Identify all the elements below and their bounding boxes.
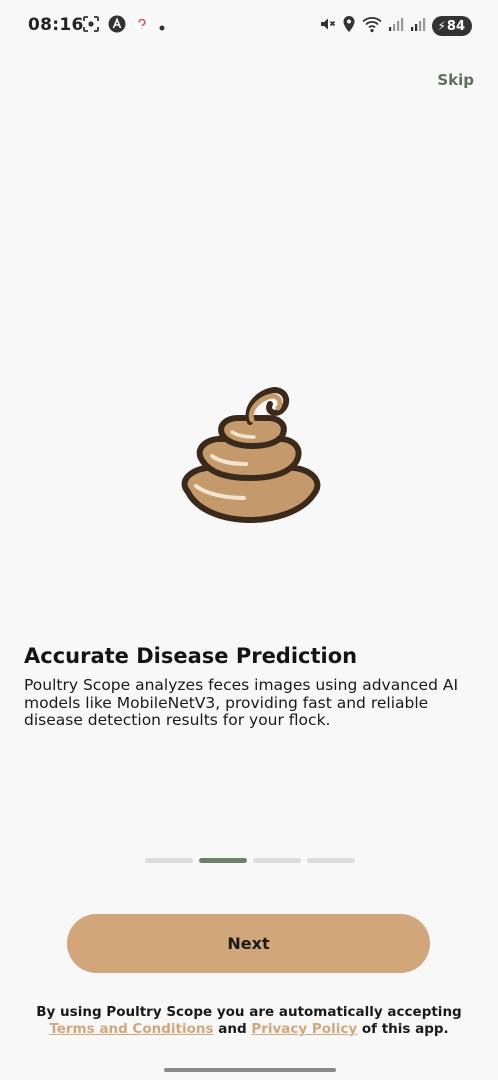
status-bar: 08:16 ⚡ 84 [0,0,498,52]
mute-icon [318,15,336,37]
status-right-icons: ⚡ 84 [318,14,472,38]
legal-notice: By using Poultry Scope you are automatic… [20,1004,478,1038]
page-indicator-dot [307,858,355,863]
battery-charging-icon: ⚡ 84 [432,16,472,36]
a-circle-icon [108,15,126,37]
terms-link[interactable]: Terms and Conditions [49,1021,213,1037]
dot-icon [158,17,166,36]
screenshot-icon [82,15,100,37]
signal-icon [410,16,426,36]
wifi-icon [362,15,383,37]
skip-button[interactable]: Skip [437,71,474,89]
status-left-icons [82,15,166,37]
status-time: 08:16 [28,15,84,35]
feces-icon [174,382,326,524]
bolt-icon: ⚡ [437,19,446,33]
page-indicator-dot [253,858,301,863]
location-icon [342,15,356,37]
page-indicator-dot-active [199,858,247,863]
next-button[interactable]: Next [67,914,430,973]
legal-prefix: By using Poultry Scope you are automatic… [36,1004,462,1020]
legal-and: and [218,1021,247,1037]
legal-suffix: of this app. [361,1021,449,1037]
onboarding-description: Poultry Scope analyzes feces images usin… [24,676,459,729]
page-indicator-dot [145,858,193,863]
app-notification-icon [134,16,150,36]
home-indicator[interactable] [164,1068,336,1072]
page-indicator [145,858,355,863]
signal-icon [388,16,404,36]
battery-level: 84 [446,18,465,34]
onboarding-title: Accurate Disease Prediction [24,644,358,668]
privacy-link[interactable]: Privacy Policy [251,1021,357,1037]
